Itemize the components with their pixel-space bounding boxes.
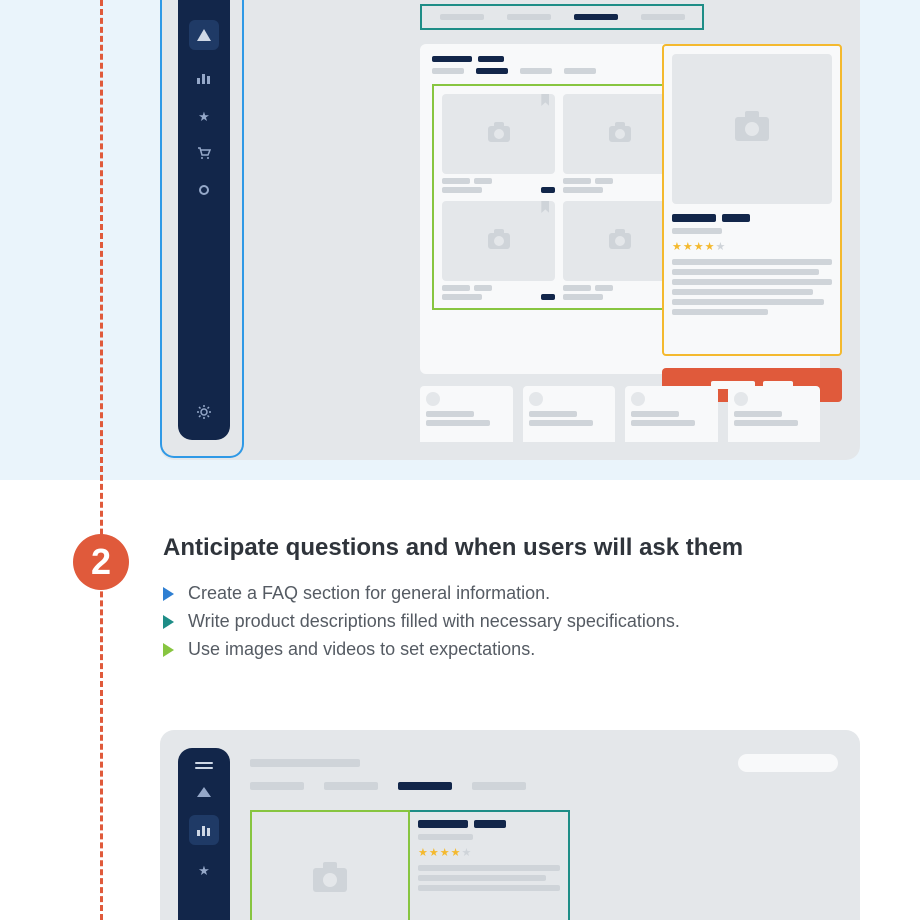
sidebar-nav: ★	[178, 0, 230, 440]
tab[interactable]	[250, 782, 304, 790]
wireframe-mockup-2: ★ ★★★★★	[160, 730, 860, 920]
circle-icon[interactable]	[198, 184, 210, 199]
product-image-highlight	[250, 810, 410, 920]
sidebar-item-active[interactable]	[189, 815, 219, 845]
timeline-dashed-line	[100, 0, 103, 920]
user-card[interactable]	[523, 386, 616, 442]
triangle-bullet-icon	[163, 587, 174, 601]
search-input[interactable]	[738, 754, 838, 772]
camera-icon	[735, 117, 769, 141]
sub-tab[interactable]	[564, 68, 596, 74]
sub-tab[interactable]	[520, 68, 552, 74]
step-bullet: Write product descriptions filled with n…	[163, 608, 860, 636]
rating-stars: ★★★★★	[418, 846, 560, 859]
avatar-icon	[529, 392, 543, 406]
tab-active[interactable]	[398, 782, 452, 790]
top-nav-highlight	[420, 4, 704, 30]
sidebar-nav: ★	[178, 748, 230, 920]
sub-tab-active[interactable]	[476, 68, 508, 74]
cart-icon[interactable]	[197, 147, 211, 162]
product-detail-highlight: ★★★★★	[410, 810, 570, 920]
sub-tab[interactable]	[432, 68, 464, 74]
menu-icon[interactable]	[195, 762, 213, 769]
featured-product-highlight: ★★★★★	[662, 44, 842, 356]
avatar-icon	[734, 392, 748, 406]
nav-tab-active[interactable]	[574, 14, 618, 20]
camera-icon	[488, 126, 510, 142]
sidebar-item-home[interactable]	[189, 20, 219, 50]
bar-chart-icon[interactable]	[197, 72, 211, 87]
star-icon[interactable]: ★	[198, 109, 210, 125]
triangle-up-icon[interactable]	[197, 787, 211, 797]
step-bullet: Use images and videos to set expectation…	[163, 636, 860, 664]
product-card[interactable]	[442, 201, 555, 300]
step-bullet: Create a FAQ section for general informa…	[163, 580, 860, 608]
product-card[interactable]	[442, 94, 555, 193]
user-cards-row	[420, 386, 820, 442]
triangle-bullet-icon	[163, 643, 174, 657]
camera-icon	[609, 233, 631, 249]
product-card[interactable]	[563, 94, 676, 193]
step-number-badge: 2	[73, 534, 129, 590]
star-icon[interactable]: ★	[198, 863, 210, 879]
camera-icon	[609, 126, 631, 142]
tab[interactable]	[324, 782, 378, 790]
settings-icon[interactable]	[197, 405, 211, 422]
user-card[interactable]	[728, 386, 821, 442]
user-card[interactable]	[420, 386, 513, 442]
avatar-icon	[426, 392, 440, 406]
camera-icon	[488, 233, 510, 249]
tab[interactable]	[472, 782, 526, 790]
rating-stars: ★★★★★	[672, 240, 832, 253]
triangle-bullet-icon	[163, 615, 174, 629]
nav-tab[interactable]	[641, 14, 685, 20]
product-card[interactable]	[563, 201, 676, 300]
avatar-icon	[631, 392, 645, 406]
nav-tab[interactable]	[440, 14, 484, 20]
camera-icon	[313, 868, 347, 892]
user-card[interactable]	[625, 386, 718, 442]
page-title-placeholder	[250, 759, 360, 767]
nav-tab[interactable]	[507, 14, 551, 20]
step-heading: Anticipate questions and when users will…	[163, 534, 860, 562]
wireframe-mockup-1: ★	[160, 0, 860, 460]
